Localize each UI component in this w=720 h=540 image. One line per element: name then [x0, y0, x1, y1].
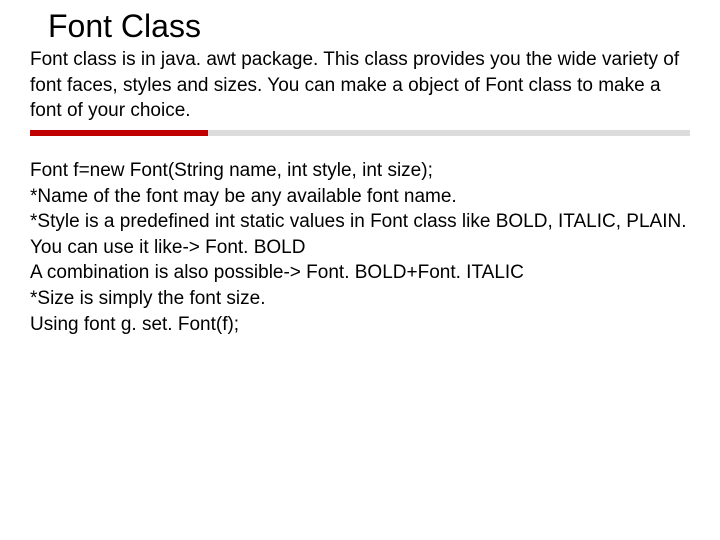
- body-line: Font f=new Font(String name, int style, …: [30, 158, 690, 184]
- body-line: *Name of the font may be any available f…: [30, 184, 690, 210]
- divider-accent: [30, 130, 208, 136]
- body-line: A combination is also possible-> Font. B…: [30, 260, 690, 286]
- body-line: Using font g. set. Font(f);: [30, 312, 690, 338]
- divider: [30, 130, 690, 136]
- intro-paragraph: Font class is in java. awt package. This…: [30, 47, 690, 124]
- divider-rest: [208, 130, 690, 136]
- slide-title: Font Class: [48, 8, 690, 45]
- body-line: *Style is a predefined int static values…: [30, 209, 690, 260]
- body-content: Font f=new Font(String name, int style, …: [30, 158, 690, 337]
- body-line: *Size is simply the font size.: [30, 286, 690, 312]
